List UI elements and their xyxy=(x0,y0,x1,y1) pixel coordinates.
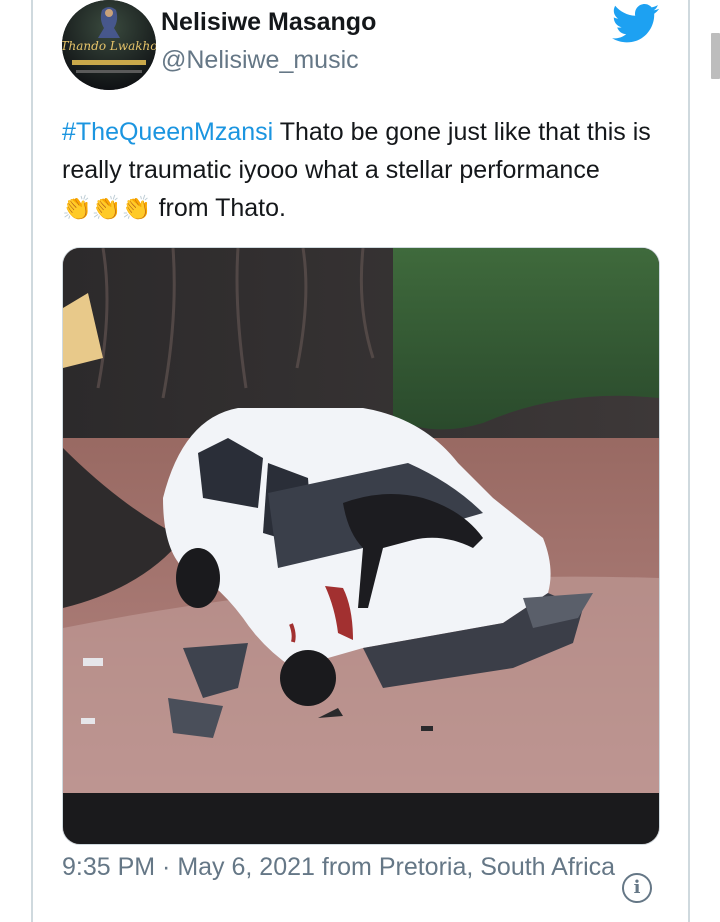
user-handle[interactable]: @Nelisiwe_music xyxy=(161,46,359,75)
meta-separator: · xyxy=(155,853,178,881)
avatar[interactable]: Thando Lwakho xyxy=(62,0,156,90)
tweet-text-part2: from Thato. xyxy=(151,194,286,222)
avatar-logo-text: Thando Lwakho xyxy=(62,39,156,53)
tweet-time[interactable]: 9:35 PM xyxy=(62,853,155,881)
tweet-card: Thando Lwakho Nelisiwe Masango @Nelisiwe… xyxy=(32,0,688,922)
display-name[interactable]: Nelisiwe Masango xyxy=(161,8,376,37)
clapping-hands-emoji: 👏👏👏 xyxy=(62,195,152,222)
tweet-photo[interactable] xyxy=(62,247,660,845)
tweet-date[interactable]: May 6, 2021 xyxy=(177,853,315,881)
info-icon[interactable]: i xyxy=(622,873,652,903)
right-border xyxy=(688,0,690,922)
twitter-bird-icon[interactable] xyxy=(611,4,660,44)
hashtag-link[interactable]: #TheQueenMzansi xyxy=(62,118,273,146)
tweet-meta: 9:35 PM · May 6, 2021 from Pretoria, Sou… xyxy=(62,848,622,886)
tweet-text: #TheQueenMzansi Thato be gone just like … xyxy=(62,113,672,227)
scrollbar[interactable] xyxy=(711,33,720,79)
tweet-location: from Pretoria, South Africa xyxy=(314,853,616,881)
